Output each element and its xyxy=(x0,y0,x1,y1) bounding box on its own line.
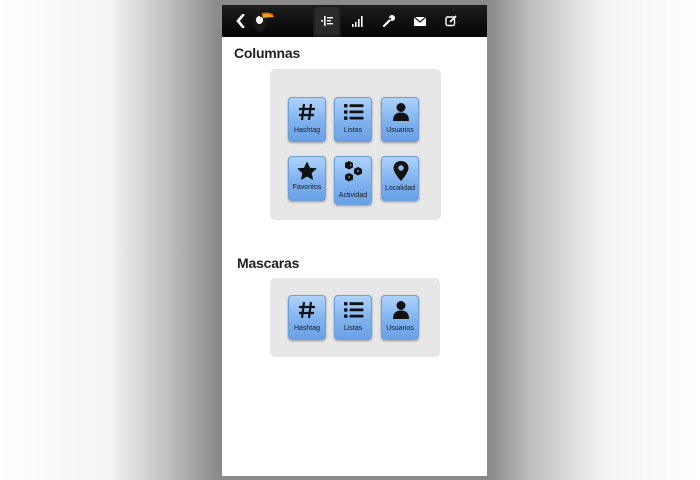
list-icon xyxy=(344,104,364,120)
nav-stats-button[interactable] xyxy=(344,5,372,37)
mask-lists-button[interactable]: Listas xyxy=(334,295,372,340)
location-pin-icon xyxy=(393,161,409,181)
column-lists-button[interactable]: Listas xyxy=(334,97,372,142)
user-icon xyxy=(393,301,409,319)
user-icon xyxy=(393,103,409,121)
back-button[interactable] xyxy=(234,12,250,30)
list-icon xyxy=(344,302,364,318)
tile-label: Usuarios xyxy=(386,325,414,332)
wrench-icon xyxy=(383,15,395,27)
top-navigation-bar xyxy=(222,5,487,37)
tile-label: Actividad xyxy=(338,192,368,199)
column-activity-button[interactable]: Actividad xyxy=(334,156,372,205)
mascaras-title: Mascaras xyxy=(237,255,300,271)
tile-label: Hashtag xyxy=(293,127,321,134)
hash-icon xyxy=(299,103,315,121)
mask-hashtag-button[interactable]: Hashtag xyxy=(288,295,326,340)
star-icon xyxy=(297,162,317,180)
signal-bars-icon xyxy=(352,15,363,27)
columnas-title: Columnas xyxy=(234,45,301,61)
nav-messages-button[interactable] xyxy=(406,5,434,37)
tile-label: Hashtag xyxy=(293,325,321,332)
chevron-left-icon xyxy=(236,14,245,28)
nav-columns-button[interactable] xyxy=(313,5,341,37)
toucan-logo xyxy=(254,12,274,32)
tile-label: Usuarios xyxy=(386,127,414,134)
tile-label: Listas xyxy=(343,325,363,332)
compose-icon xyxy=(445,15,457,27)
columnas-panel: Hashtag Listas Usuarios Favoritos Activi… xyxy=(270,69,441,220)
mascaras-panel: Hashtag Listas Usuarios xyxy=(270,278,440,357)
envelope-icon xyxy=(414,16,426,26)
columns-icon xyxy=(321,16,333,26)
nav-compose-button[interactable] xyxy=(437,5,465,37)
phone-screen: Columnas Hashtag Listas Usuarios Favorit… xyxy=(222,5,487,476)
column-favorites-button[interactable]: Favoritos xyxy=(288,156,326,201)
tile-label: Favoritos xyxy=(292,184,322,191)
column-hashtag-button[interactable]: Hashtag xyxy=(288,97,326,142)
nav-settings-button[interactable] xyxy=(375,5,403,37)
tile-label: Listas xyxy=(343,127,363,134)
tile-label: Localidad xyxy=(385,185,415,192)
column-location-button[interactable]: Localidad xyxy=(381,156,419,201)
hash-icon xyxy=(299,301,315,319)
activity-icon xyxy=(345,161,362,182)
mask-users-button[interactable]: Usuarios xyxy=(381,295,419,340)
column-users-button[interactable]: Usuarios xyxy=(381,97,419,142)
